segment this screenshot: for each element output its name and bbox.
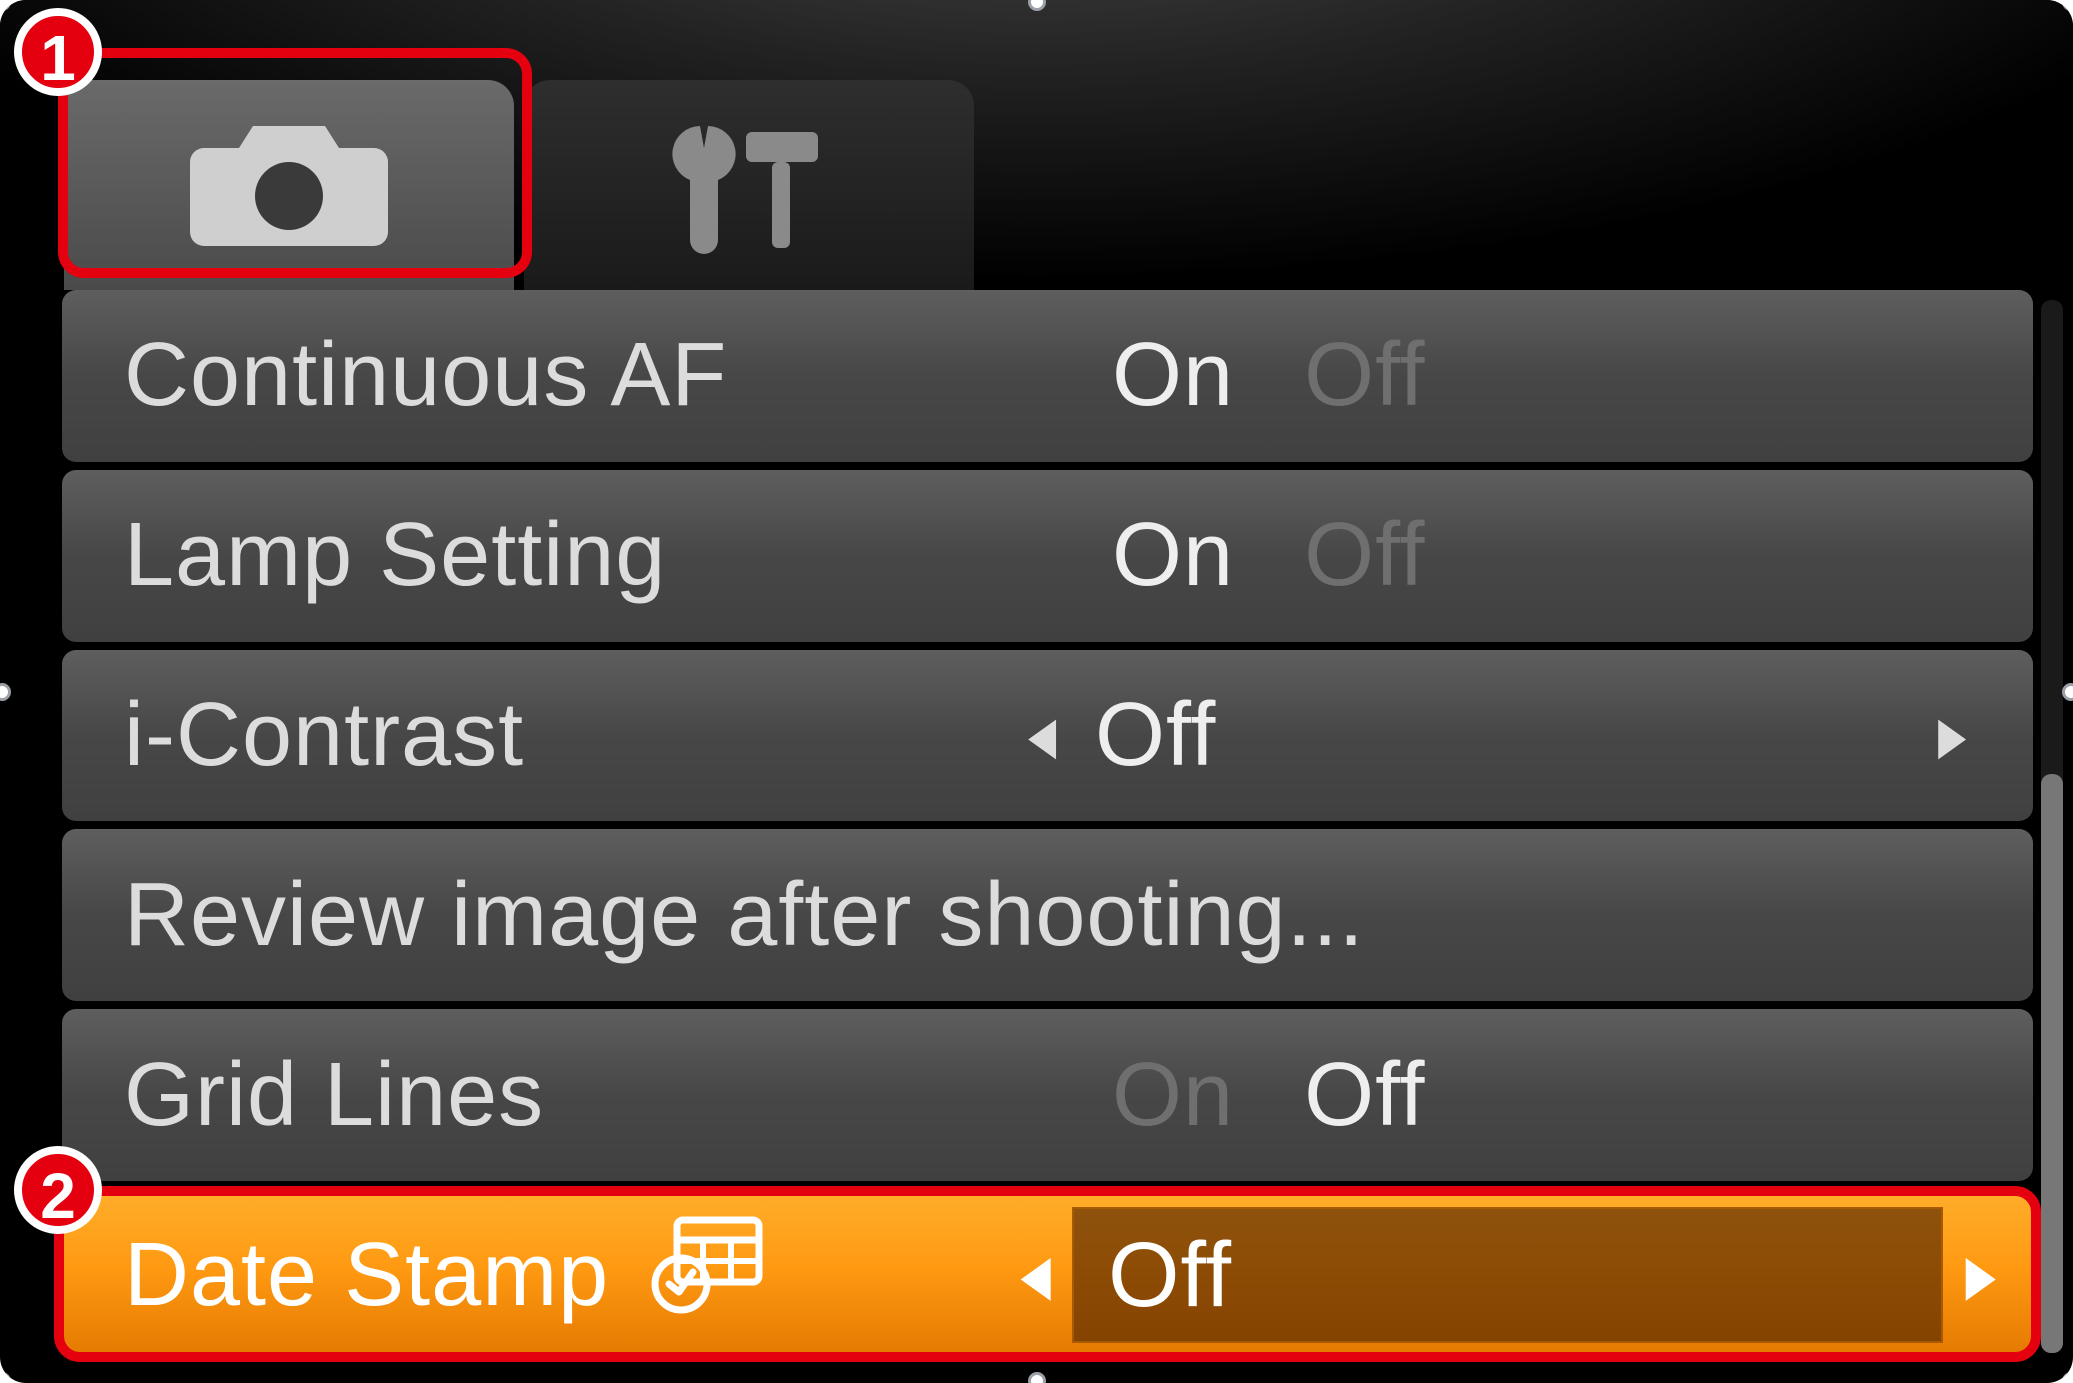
option-on[interactable]: On <box>1112 324 1234 427</box>
date-stamp-icon <box>639 1214 769 1336</box>
tab-setup[interactable] <box>524 80 974 290</box>
menu-label: Continuous AF <box>124 324 727 427</box>
option-on[interactable]: On <box>1112 504 1234 607</box>
camera-menu-screen: 1 Continuous AF On Off Lamp Setting On O… <box>0 0 2073 1383</box>
resize-handle[interactable] <box>1028 1372 1046 1383</box>
menu-list: Continuous AF On Off Lamp Setting On Off… <box>62 290 2033 1361</box>
chevron-right-icon[interactable]: ▶ <box>1966 1242 1997 1308</box>
menu-label: i-Contrast <box>124 684 524 787</box>
callout-2-number: 2 <box>40 1156 76 1236</box>
tools-icon <box>654 108 844 263</box>
resize-handle[interactable] <box>0 683 11 701</box>
menu-label: Lamp Setting <box>124 504 666 607</box>
menu-row-date-stamp[interactable]: Date Stamp ◀ Off ▶ <box>62 1189 2033 1361</box>
camera-icon <box>184 108 394 263</box>
callout-1-number: 1 <box>40 18 76 98</box>
menu-tabs <box>0 0 2073 290</box>
chevron-left-icon[interactable]: ◀ <box>1021 1242 1052 1308</box>
menu-row-continuous-af[interactable]: Continuous AF On Off <box>62 290 2033 462</box>
menu-row-review-image[interactable]: Review image after shooting... <box>62 829 2033 1001</box>
resize-handle[interactable] <box>2062 1372 2073 1383</box>
menu-label: Date Stamp <box>124 1224 609 1327</box>
value-text: Off <box>1095 684 1216 787</box>
resize-handle[interactable] <box>2062 683 2073 701</box>
scrollbar[interactable] <box>2041 300 2063 1353</box>
callout-2-badge: 2 <box>14 1146 102 1234</box>
menu-label: Review image after shooting... <box>124 864 1365 967</box>
resize-handle[interactable] <box>0 1372 11 1383</box>
callout-1-badge: 1 <box>14 8 102 96</box>
menu-row-lamp-setting[interactable]: Lamp Setting On Off <box>62 470 2033 642</box>
option-off[interactable]: Off <box>1304 324 1425 427</box>
scrollbar-thumb[interactable] <box>2041 774 2063 1353</box>
option-off[interactable]: Off <box>1304 504 1425 607</box>
menu-row-i-contrast[interactable]: i-Contrast ◀ Off ▶ <box>62 650 2033 822</box>
chevron-left-icon[interactable]: ◀ <box>1028 706 1057 766</box>
value-box: Off <box>1072 1207 1943 1343</box>
option-off[interactable]: Off <box>1304 1044 1425 1147</box>
option-on[interactable]: On <box>1112 1044 1234 1147</box>
chevron-right-icon[interactable]: ▶ <box>1938 706 1967 766</box>
menu-row-grid-lines[interactable]: Grid Lines On Off <box>62 1009 2033 1181</box>
tab-shooting[interactable] <box>64 80 514 290</box>
value-text: Off <box>1108 1223 1232 1328</box>
menu-label: Grid Lines <box>124 1044 544 1147</box>
